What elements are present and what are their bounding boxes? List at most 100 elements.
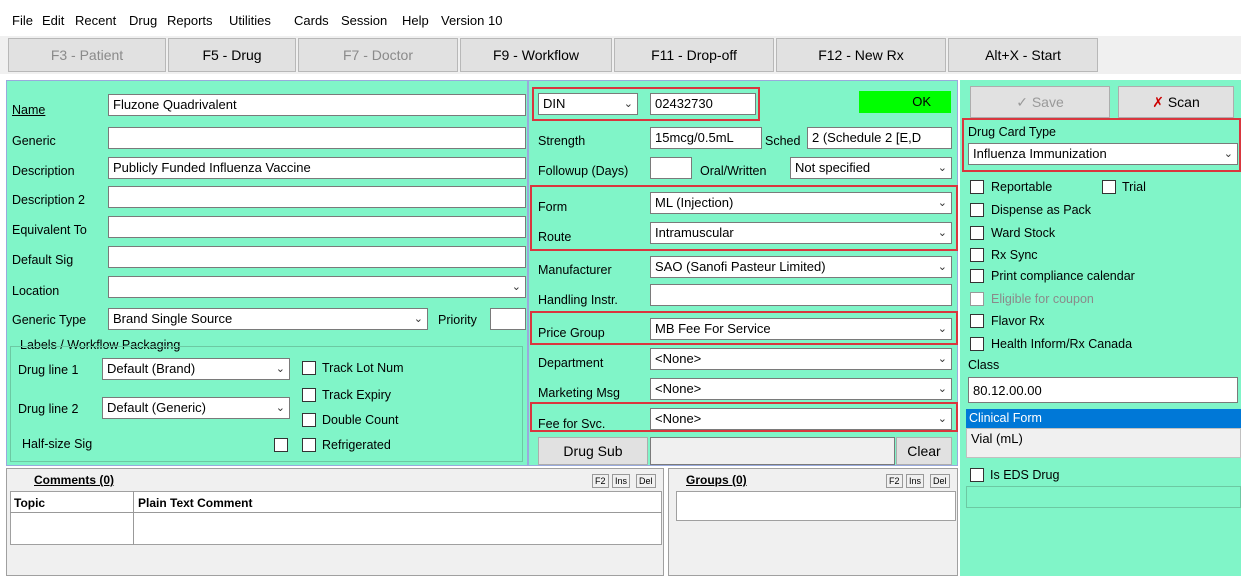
scan-button[interactable]: ✗ Scan [1118,86,1234,118]
eds-checkbox[interactable] [970,468,984,482]
description-input[interactable]: Publicly Funded Influenza Vaccine [108,157,526,179]
tab-patient[interactable]: F3 - Patient [8,38,166,72]
oral-written-select[interactable]: Not specified ⌄ [790,157,952,179]
coupon-checkbox[interactable] [970,292,984,306]
menu-bar: File Edit Recent Drug Reports Utilities … [0,0,1241,36]
reportable-label: Reportable [991,180,1053,194]
chevron-down-icon: ⌄ [511,281,521,293]
tab-workflow[interactable]: F9 - Workflow [460,38,612,72]
health-inform-checkbox[interactable] [970,337,984,351]
ward-stock-checkbox[interactable] [970,226,984,240]
strength-label: Strength [538,134,586,148]
tab-start[interactable]: Alt+X - Start [948,38,1098,72]
name-label: Name [12,103,46,117]
menu-reports[interactable]: Reports [167,13,213,28]
description2-input[interactable] [108,186,526,208]
chevron-down-icon: ⌄ [413,313,423,325]
column-topic[interactable]: Topic [14,496,45,510]
menu-edit[interactable]: Edit [42,13,64,28]
card-type-select[interactable]: Influenza Immunization ⌄ [968,143,1238,165]
comments-f2-button[interactable]: F2 [592,474,609,488]
marketing-select[interactable]: <None> ⌄ [650,378,952,400]
priority-label: Priority [438,313,477,327]
groups-f2-button[interactable]: F2 [886,474,903,488]
drug-line2-select[interactable]: Default (Generic) ⌄ [102,397,290,419]
comments-title: Comments (0) [34,473,115,487]
trial-checkbox[interactable] [1102,180,1116,194]
generic-input[interactable] [108,127,526,149]
form-select[interactable]: ML (Injection) ⌄ [650,192,952,214]
default-sig-input[interactable] [108,246,526,268]
din-type-value: DIN [543,96,566,111]
equivalent-to-input[interactable] [108,216,526,238]
drug-line1-select[interactable]: Default (Brand) ⌄ [102,358,290,380]
class-input[interactable]: 80.12.00.00 [968,377,1238,403]
rx-sync-checkbox[interactable] [970,248,984,262]
groups-list[interactable] [676,491,956,521]
drug-line1-value: Default (Brand) [107,361,196,376]
double-count-checkbox[interactable] [302,413,316,427]
checkmark-icon: ✓ [1016,94,1028,110]
reportable-checkbox[interactable] [970,180,984,194]
menu-session[interactable]: Session [341,13,387,28]
generic-type-select[interactable]: Brand Single Source ⌄ [108,308,428,330]
comments-ins-button[interactable]: Ins [612,474,631,488]
flavor-checkbox[interactable] [970,314,984,328]
din-input[interactable]: 02432730 [650,93,756,115]
handling-input[interactable] [650,284,952,306]
clinical-form-header: Clinical Form [966,409,1241,428]
tab-doctor[interactable]: F7 - Doctor [298,38,458,72]
column-plain-text[interactable]: Plain Text Comment [138,496,252,510]
groups-ins-button[interactable]: Ins [906,474,925,488]
tab-new-rx[interactable]: F12 - New Rx [776,38,946,72]
track-expiry-checkbox[interactable] [302,388,316,402]
save-button[interactable]: ✓ Save [970,86,1110,118]
menu-version[interactable]: Version 10 [441,13,502,28]
clear-button[interactable]: Clear [896,437,952,465]
price-group-select[interactable]: MB Fee For Service ⌄ [650,318,952,340]
manufacturer-label: Manufacturer [538,263,612,277]
drug-line2-label: Drug line 2 [18,402,79,416]
menu-help[interactable]: Help [402,13,429,28]
sched-select[interactable]: 2 (Schedule 2 [E,D [807,127,952,149]
half-size-sig-checkbox[interactable] [274,438,288,452]
tab-drug[interactable]: F5 - Drug [168,38,296,72]
form-label: Form [538,200,568,214]
track-lot-checkbox[interactable] [302,361,316,375]
refrigerated-checkbox[interactable] [302,438,316,452]
class-label: Class [968,358,1000,372]
generic-type-label: Generic Type [12,313,87,327]
print-calendar-checkbox[interactable] [970,269,984,283]
chevron-down-icon: ⌄ [275,402,285,414]
chevron-down-icon: ⌄ [937,162,947,174]
menu-drug[interactable]: Drug [129,13,157,28]
menu-cards[interactable]: Cards [294,13,329,28]
double-count-label: Double Count [322,413,399,427]
menu-file[interactable]: File [12,13,33,28]
health-inform-label: Health Inform/Rx Canada [991,337,1133,351]
followup-input[interactable] [650,157,692,179]
groups-del-button[interactable]: Del [930,474,950,488]
priority-input[interactable] [490,308,526,330]
department-select[interactable]: <None> ⌄ [650,348,952,370]
drug-sub-field [650,437,895,465]
menu-utilities[interactable]: Utilities [229,13,271,28]
description-label: Description [12,164,75,178]
route-select[interactable]: Intramuscular ⌄ [650,222,952,244]
comments-del-button[interactable]: Del [636,474,656,488]
dispense-pack-checkbox[interactable] [970,203,984,217]
department-label: Department [538,356,604,370]
x-icon: ✗ [1152,94,1164,110]
department-value: <None> [655,351,702,366]
din-type-select[interactable]: DIN ⌄ [538,93,638,115]
location-select[interactable]: ⌄ [108,276,526,298]
tab-drop-off[interactable]: F11 - Drop-off [614,38,774,72]
half-size-sig-label: Half-size Sig [22,437,93,451]
menu-recent[interactable]: Recent [75,13,116,28]
strength-input[interactable]: 15mcg/0.5mL [650,127,762,149]
fee-select[interactable]: <None> ⌄ [650,408,952,430]
manufacturer-select[interactable]: SAO (Sanofi Pasteur Limited) ⌄ [650,256,952,278]
ward-stock-label: Ward Stock [991,226,1056,240]
drug-sub-button[interactable]: Drug Sub [538,437,648,465]
name-input[interactable]: Fluzone Quadrivalent [108,94,526,116]
